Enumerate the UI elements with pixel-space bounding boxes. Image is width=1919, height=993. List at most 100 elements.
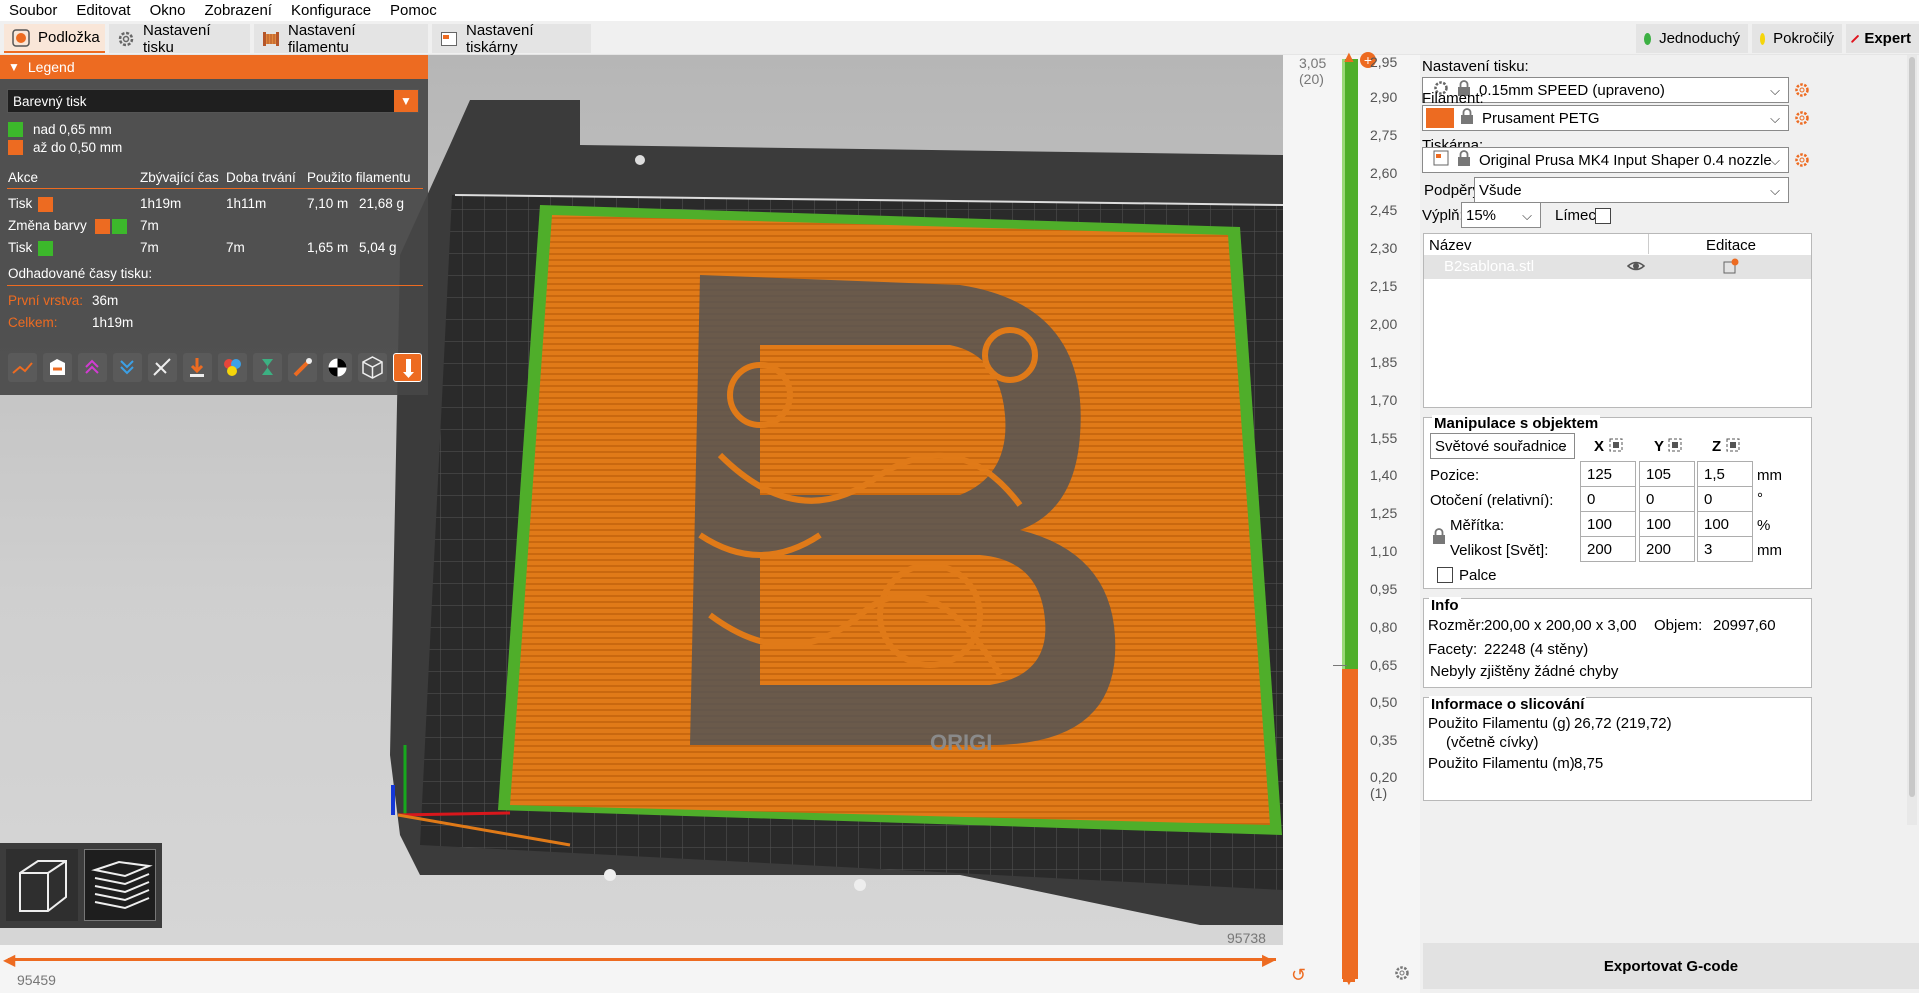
menu-help[interactable]: Pomoc	[381, 2, 447, 19]
mode-label: Expert	[1864, 30, 1911, 47]
position-y-input[interactable]: 105	[1639, 461, 1695, 487]
mode-expert-button[interactable]: Expert	[1846, 24, 1919, 53]
dimensions-value: 200,00 x 200,00 x 3,00	[1484, 617, 1637, 634]
print-settings-label: Nastavení tisku:	[1422, 58, 1529, 75]
mode-simple-button[interactable]: Jednoduchý	[1636, 24, 1748, 53]
chevron-down-icon: ⌵	[1770, 183, 1780, 198]
center-of-gravity-icon[interactable]	[323, 353, 352, 382]
rotation-x-input[interactable]: 0	[1580, 486, 1636, 512]
size-z-input[interactable]: 3	[1697, 536, 1753, 562]
scale-x-input[interactable]: 100	[1580, 511, 1636, 537]
tab-printer-settings[interactable]: Nastavení tiskárny	[432, 21, 591, 56]
left-thumb-icon[interactable]: ◀	[3, 950, 15, 970]
object-name: B2sablona.stl	[1444, 258, 1535, 275]
lock-scale-icon[interactable]	[1432, 528, 1446, 548]
coordinate-system-select[interactable]: Světové souřadnice ⌵	[1430, 433, 1575, 459]
drop-to-bed-icon[interactable]	[1609, 438, 1623, 456]
brim-checkbox[interactable]	[1595, 208, 1611, 224]
filament-settings-edit-icon[interactable]	[1794, 110, 1810, 130]
inches-label: Palce	[1459, 567, 1497, 584]
tab-label: Podložka	[38, 29, 100, 46]
bed-logo-text: ORIGI	[930, 730, 992, 755]
filament-used-g-sublabel: (včetně cívky)	[1446, 734, 1539, 751]
info-panel: Info Rozměr: 200,00 x 200,00 x 3,00 Obje…	[1423, 597, 1812, 688]
table-header: Použito filamentu	[307, 170, 411, 185]
menu-configuration[interactable]: Konfigurace	[282, 2, 381, 19]
position-x-input[interactable]: 125	[1580, 461, 1636, 487]
slider-track	[8, 958, 1276, 961]
menu-edit[interactable]: Editovat	[67, 2, 140, 19]
printer-select[interactable]: Original Prusa MK4 Input Shaper 0.4 nozz…	[1422, 147, 1789, 173]
printer-settings-edit-icon[interactable]	[1794, 152, 1810, 172]
wipe-icon[interactable]	[43, 353, 72, 382]
upper-thumb-icon[interactable]: ▲	[1341, 49, 1357, 67]
table-header: Zbývající čas	[140, 170, 219, 185]
mode-advanced-button[interactable]: Pokročilý	[1752, 24, 1842, 53]
horizontal-move-slider[interactable]: ◀ ▶ 95459 95738	[0, 930, 1283, 993]
legend-header[interactable]: ▼ Legend	[0, 55, 428, 79]
revert-icon[interactable]: ↺	[1291, 965, 1306, 986]
rotation-z-input[interactable]: 0	[1697, 486, 1753, 512]
retractions-icon[interactable]	[78, 353, 107, 382]
view-type-select[interactable]: Barevný tisk ▼	[7, 89, 419, 113]
color-changes-icon[interactable]	[218, 353, 247, 382]
inches-checkbox[interactable]	[1437, 567, 1453, 583]
vertical-layer-slider[interactable]: 3,05 (20) ▲ + ▼ 2,95 2,90 2,75 2,60 2,45…	[1283, 49, 1420, 993]
drop-to-bed-icon[interactable]	[1668, 438, 1682, 456]
menu-view[interactable]: Zobrazení	[195, 2, 282, 19]
green-swatch	[112, 219, 127, 234]
layer-tick-label: 0,20	[1370, 769, 1398, 785]
3d-view-cube-icon[interactable]	[6, 849, 78, 921]
seams-icon[interactable]	[148, 353, 177, 382]
drop-to-bed-icon[interactable]	[1726, 438, 1740, 456]
axis-y-label: Y	[1654, 438, 1665, 455]
print-profile-value: 0.15mm SPEED (upraveno)	[1479, 81, 1665, 99]
top-layer-height: 3,05	[1299, 55, 1327, 71]
position-z-input[interactable]: 1,5	[1697, 461, 1753, 487]
filament-select[interactable]: Prusament PETG ⌵	[1422, 105, 1789, 131]
preview-layers-icon[interactable]	[84, 849, 156, 921]
shells-icon[interactable]	[358, 353, 387, 382]
tab-label: Nastavení tiskárny	[466, 21, 534, 56]
pause-prints-icon[interactable]	[253, 353, 282, 382]
right-thumb-icon[interactable]: ▶	[1262, 950, 1274, 970]
tab-print-settings[interactable]: Nastavení tisku	[109, 22, 250, 56]
size-x-input[interactable]: 200	[1580, 536, 1636, 562]
unlock-icon[interactable]	[1341, 965, 1357, 982]
red-diamond-icon	[1850, 34, 1860, 43]
filament-color-swatch[interactable]	[1426, 108, 1454, 128]
row-length: 7,10 m	[307, 196, 349, 211]
scale-z-input[interactable]: 100	[1697, 511, 1753, 537]
supports-select[interactable]: Všude ⌵	[1474, 177, 1789, 203]
eye-icon[interactable]	[1626, 257, 1646, 279]
filament-used-m-label: Použito Filamentu (m)	[1428, 755, 1575, 772]
divider	[1648, 234, 1649, 254]
tab-plater[interactable]: Podložka	[4, 24, 105, 53]
export-gcode-button[interactable]: Exportovat G-code	[1423, 943, 1919, 989]
cog-icon[interactable]	[1394, 965, 1410, 981]
legend-entry: nad 0,65 mm	[8, 122, 112, 137]
table-header: Doba trvání	[226, 170, 296, 185]
size-y-input[interactable]: 200	[1639, 536, 1695, 562]
layer-tick-label: 0,65	[1370, 657, 1398, 673]
legend-entry-label: až do 0,50 mm	[33, 140, 123, 155]
scale-label: Měřítka:	[1450, 517, 1505, 534]
rotation-y-input[interactable]: 0	[1639, 486, 1695, 512]
infill-select[interactable]: 15% ⌵	[1461, 202, 1541, 228]
scrollbar-thumb[interactable]	[1909, 57, 1915, 797]
print-settings-edit-icon[interactable]	[1794, 82, 1810, 102]
tab-filament-settings[interactable]: Nastavení filamentu	[254, 22, 428, 56]
yellow-dot-icon	[1760, 32, 1766, 45]
scale-y-input[interactable]: 100	[1639, 511, 1695, 537]
scrollbar[interactable]	[1907, 55, 1917, 825]
travel-icon[interactable]	[8, 353, 37, 382]
layer-tick-label: 1,10	[1370, 543, 1398, 559]
deretractions-icon[interactable]	[113, 353, 142, 382]
tool-changes-icon[interactable]	[183, 353, 212, 382]
menu-file[interactable]: Soubor	[0, 2, 67, 19]
edit-object-icon[interactable]	[1722, 257, 1740, 279]
menu-window[interactable]: Okno	[141, 2, 196, 19]
object-row[interactable]: B2sablona.stl	[1424, 255, 1811, 279]
custom-gcode-icon[interactable]	[288, 353, 317, 382]
tool-marker-icon[interactable]	[393, 353, 422, 382]
